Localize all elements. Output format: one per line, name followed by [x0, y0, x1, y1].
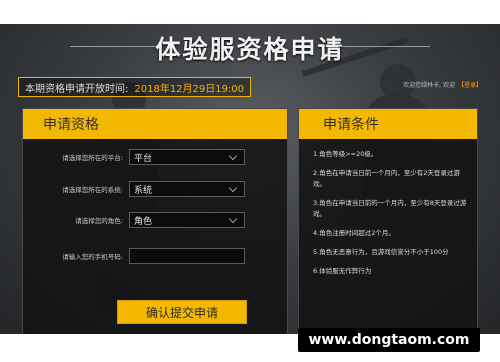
- chevron-down-icon: [228, 214, 238, 223]
- condition-item: 6.体验服无作弊行为: [313, 267, 372, 275]
- role-select-value: 角色: [134, 216, 153, 227]
- background-stage: 体验服资格申请 本期资格申请开放时间: 2018年12月29日19:00 欢迎您…: [0, 24, 500, 334]
- platform-row: 请选择您所在的平台: 平台: [23, 148, 287, 166]
- role-select[interactable]: 角色: [129, 212, 245, 228]
- condition-item: 1.角色等级>=20级。: [313, 150, 378, 158]
- conditions-panel: 申请条件 1.角色等级>=20级。 2.角色在申请当日前一个月内，至少有2天登录…: [298, 108, 478, 334]
- submit-application-button[interactable]: 确认提交申请: [117, 300, 247, 324]
- phone-input[interactable]: [129, 248, 245, 264]
- apply-panel: 申请资格 请选择您所在的平台: 平台 请选择您所在的系统: 系统 请选择您的角色…: [22, 108, 288, 334]
- conditions-panel-heading: 申请条件: [299, 109, 477, 139]
- system-select-value: 系统: [134, 185, 153, 196]
- open-time-banner: 本期资格申请开放时间: 2018年12月29日19:00: [18, 77, 252, 97]
- phone-row: 请输入您的手机号码:: [23, 247, 287, 265]
- conditions-list: 1.角色等级>=20级。 2.角色在申请当日前一个月内，至少有2天登录过游戏。 …: [313, 149, 471, 285]
- condition-item: 3.角色在申请当日前的一个月内，至少有8天登录过游戏。: [313, 199, 467, 218]
- platform-select-value: 平台: [134, 153, 153, 164]
- platform-label: 请选择您所在的平台:: [62, 154, 123, 162]
- role-row: 请选择您的角色: 角色: [23, 211, 287, 229]
- chevron-down-icon: [228, 151, 238, 160]
- phone-label: 请输入您的手机号码:: [62, 253, 123, 261]
- page-title: 体验服资格申请: [155, 35, 345, 64]
- system-label: 请选择您所在的系统:: [62, 186, 123, 194]
- system-select[interactable]: 系统: [129, 181, 245, 197]
- welcome-bar: 欢迎您绿林卡, 欢迎 【登录】: [403, 80, 482, 89]
- condition-item: 4.角色注册时间超过2个月。: [313, 229, 395, 237]
- system-row: 请选择您所在的系统: 系统: [23, 180, 287, 198]
- site-watermark: www.dongtaom.com: [298, 328, 480, 352]
- apply-panel-heading: 申请资格: [23, 109, 287, 139]
- welcome-text: 欢迎您绿林卡, 欢迎: [403, 82, 455, 89]
- role-label: 请选择您的角色:: [75, 217, 123, 225]
- chevron-down-icon: [228, 183, 238, 192]
- condition-item: 5.角色无恶意行为，且游戏信誉分不小于100分: [313, 248, 449, 256]
- condition-item: 2.角色在申请当日前一个月内，至少有2天登录过游戏。: [313, 169, 460, 188]
- title-decoration-right: [338, 46, 430, 47]
- login-link[interactable]: 【登录】: [458, 80, 482, 89]
- open-time-label: 本期资格申请开放时间:: [25, 83, 129, 95]
- platform-select[interactable]: 平台: [129, 149, 245, 165]
- open-time-value: 2018年12月29日19:00: [134, 83, 245, 95]
